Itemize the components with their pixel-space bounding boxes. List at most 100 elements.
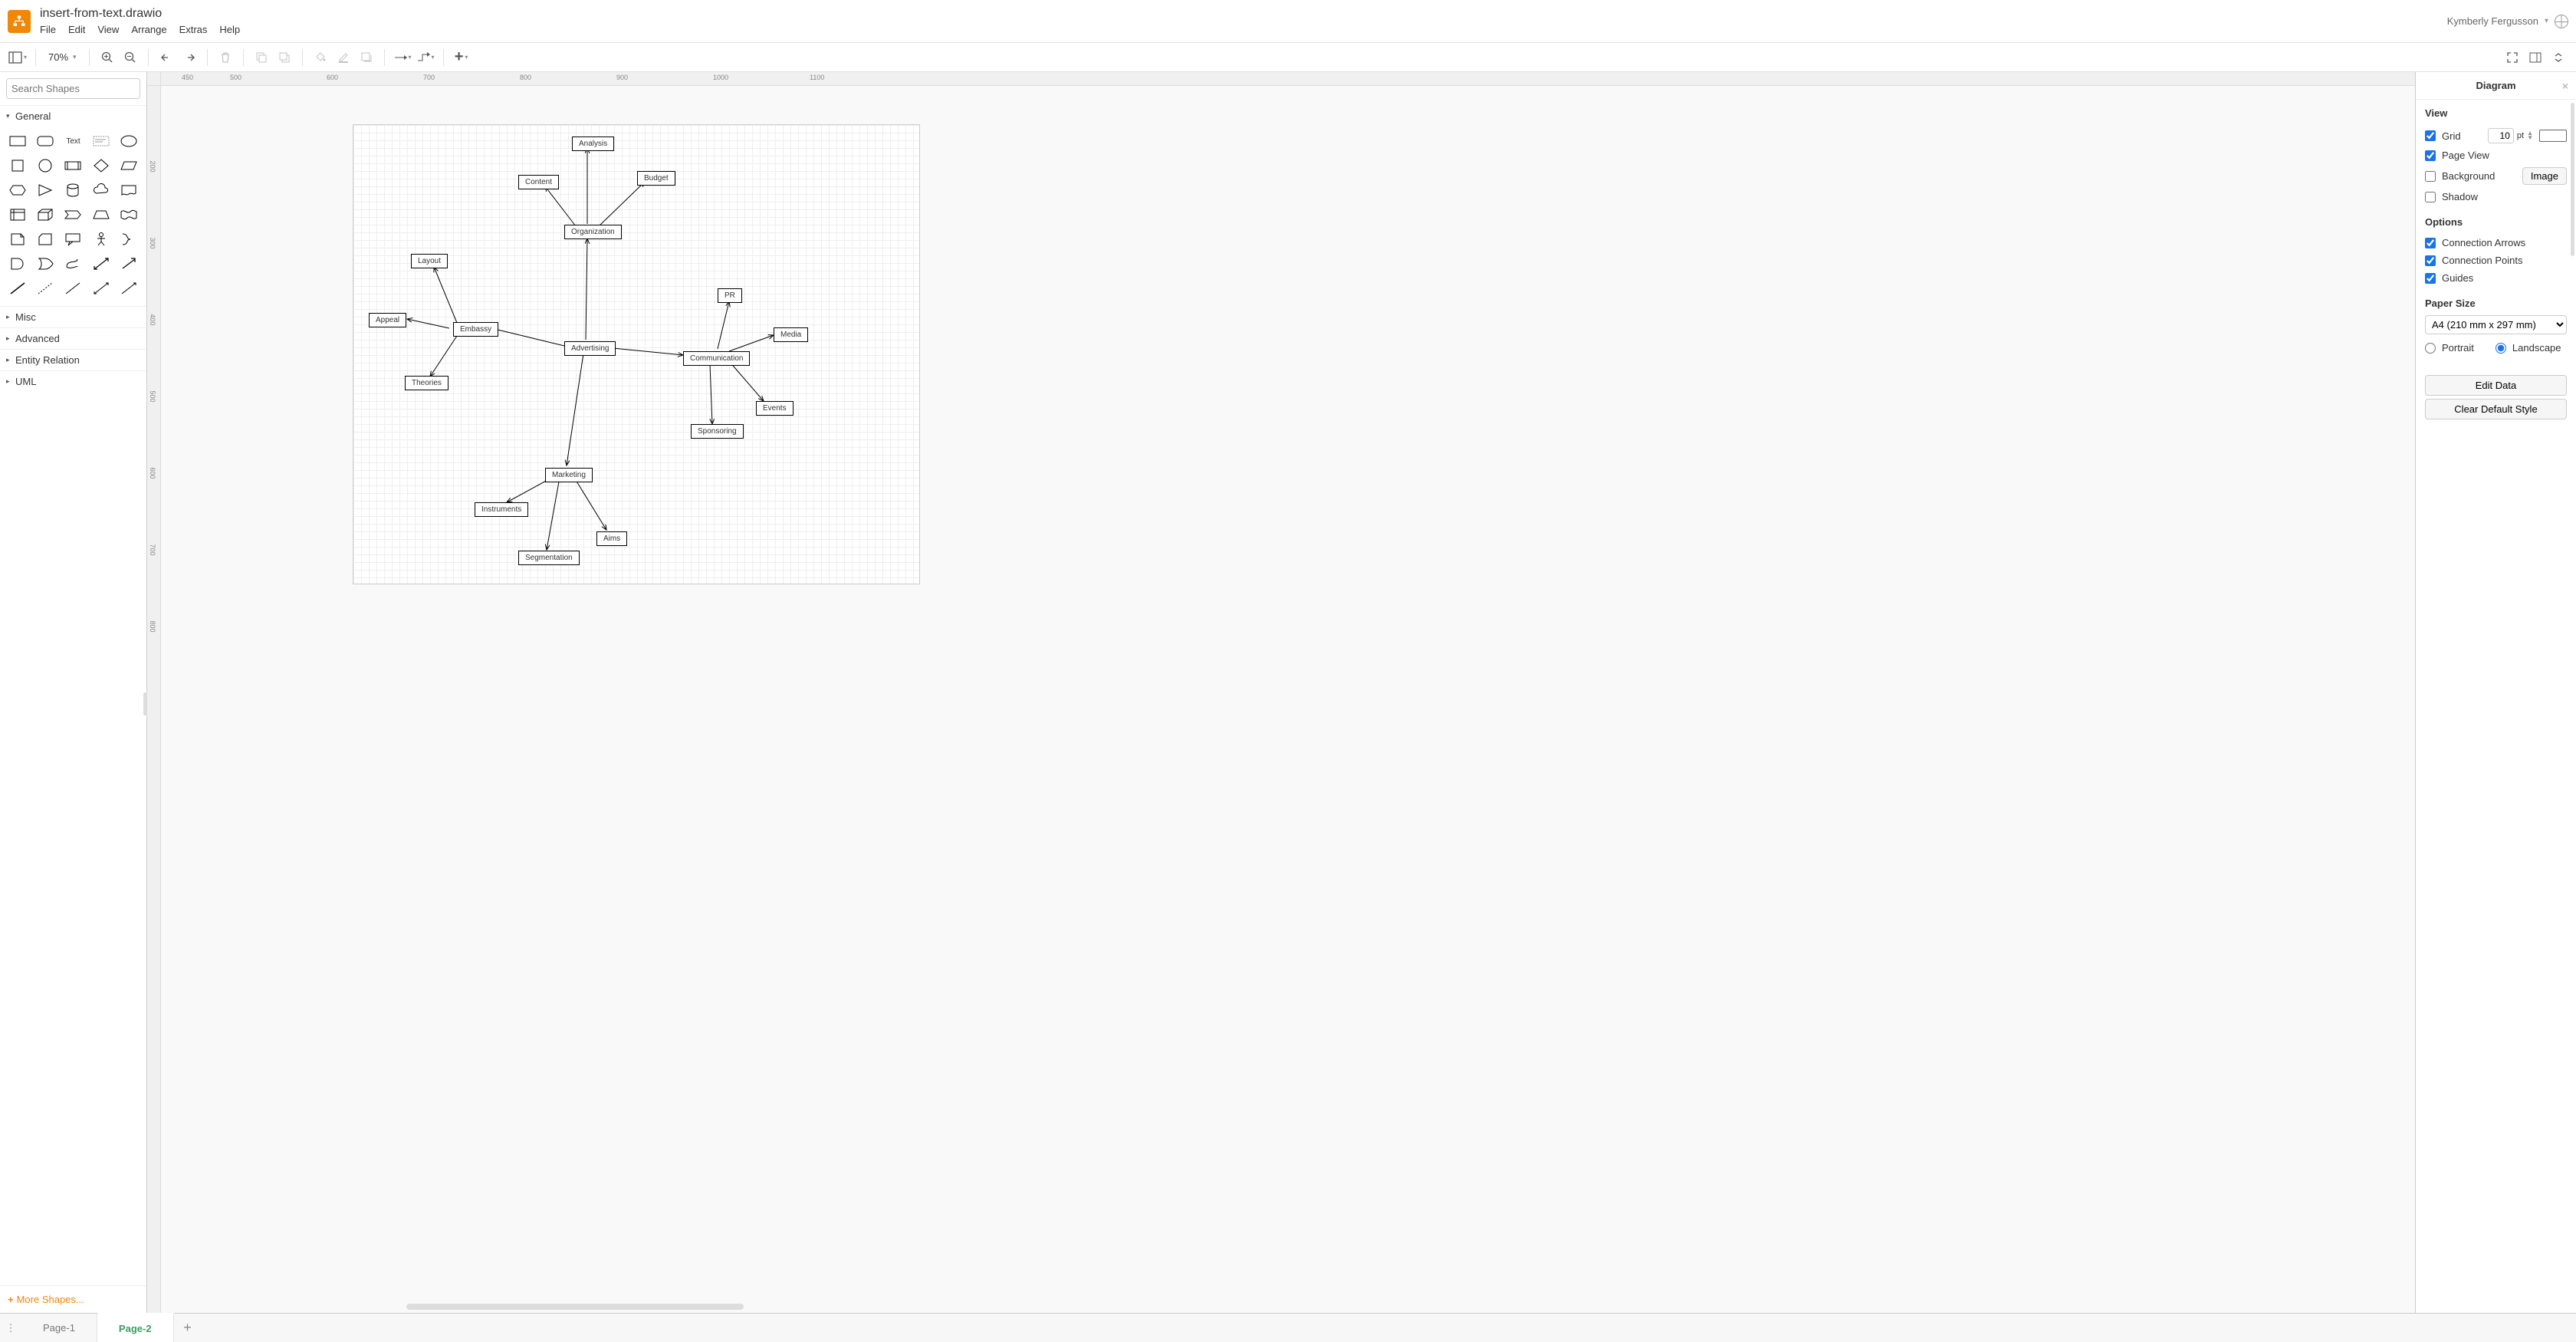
node-communication[interactable]: Communication [683,351,750,366]
shape-arrow-upright[interactable] [117,254,140,274]
background-checkbox[interactable] [2425,171,2436,182]
portrait-radio[interactable] [2425,343,2436,354]
edit-data-button[interactable]: Edit Data [2425,375,2567,396]
shape-step[interactable] [61,205,84,225]
shape-dashed-line[interactable] [34,278,57,298]
grid-size-spin[interactable]: ▲▼ [2527,131,2533,140]
node-content[interactable]: Content [518,175,559,189]
shape-text[interactable]: Text [61,131,84,151]
group-general[interactable]: ▾General [0,105,146,127]
globe-icon[interactable] [2555,15,2568,28]
shape-cylinder[interactable] [61,180,84,200]
node-segmentation[interactable]: Segmentation [518,551,580,565]
collapse-expand-icon[interactable] [2548,48,2568,67]
shape-triangle[interactable] [34,180,57,200]
guides-checkbox[interactable] [2425,273,2436,284]
tab-page-2[interactable]: Page-2 [97,1313,174,1342]
menu-arrange[interactable]: Arrange [131,24,166,35]
menu-extras[interactable]: Extras [179,24,208,35]
node-aims[interactable]: Aims [596,531,627,546]
grid-color-swatch[interactable] [2539,130,2567,142]
clear-style-button[interactable]: Clear Default Style [2425,399,2567,419]
shape-cloud[interactable] [90,180,113,200]
shape-card[interactable] [34,229,57,249]
tab-page-1[interactable]: Page-1 [21,1314,97,1342]
search-shapes[interactable] [6,78,140,99]
node-embassy[interactable]: Embassy [453,322,498,337]
tabs-menu-icon[interactable]: ⋮ [0,1314,21,1342]
shape-diamond[interactable] [90,156,113,176]
shape-process[interactable] [61,156,84,176]
shape-rectangle[interactable] [6,131,29,151]
group-entity-relation[interactable]: ▸Entity Relation [0,349,146,370]
node-budget[interactable]: Budget [637,171,675,186]
shape-document[interactable] [117,180,140,200]
group-misc[interactable]: ▸Misc [0,306,146,327]
node-marketing[interactable]: Marketing [545,468,593,482]
paper-size-select[interactable]: A4 (210 mm x 297 mm) [2425,315,2567,334]
shape-ellipse[interactable] [117,131,140,151]
app-logo[interactable] [8,10,31,33]
pageview-checkbox[interactable] [2425,150,2436,161]
grid-checkbox[interactable] [2425,130,2436,141]
shape-square[interactable] [6,156,29,176]
node-sponsoring[interactable]: Sponsoring [691,424,744,439]
format-panel-toggle-icon[interactable] [2525,48,2545,67]
user-area[interactable]: Kymberly Fergusson ▾ [2447,15,2568,28]
shape-actor[interactable] [90,229,113,249]
zoom-select[interactable]: 70%▾ [44,50,81,64]
canvas-area[interactable]: 45050060070080090010001100 2003004005006… [147,72,2415,1313]
conn-points-checkbox[interactable] [2425,255,2436,266]
search-input[interactable] [12,83,146,94]
menu-help[interactable]: Help [219,24,240,35]
node-events[interactable]: Events [756,401,794,416]
shape-trapezoid[interactable] [90,205,113,225]
shape-cube[interactable] [34,205,57,225]
shape-bidir-thin[interactable] [90,278,113,298]
shadow-checkbox[interactable] [2425,192,2436,202]
node-theories[interactable]: Theories [405,376,449,390]
group-advanced[interactable]: ▸Advanced [0,327,146,349]
node-instruments[interactable]: Instruments [475,502,528,517]
shape-textbox[interactable] [90,131,113,151]
diagram-page[interactable]: Analysis Content Budget Organization Lay… [353,124,920,584]
shape-rounded-rect[interactable] [34,131,57,151]
node-media[interactable]: Media [774,327,808,342]
group-uml[interactable]: ▸UML [0,370,146,392]
connection-style-icon[interactable]: ▾ [393,48,412,67]
close-icon[interactable]: × [2562,80,2568,92]
shape-line[interactable] [6,278,29,298]
menu-file[interactable]: File [40,24,56,35]
shape-or[interactable] [34,254,57,274]
shape-curly-right[interactable] [117,229,140,249]
node-layout[interactable]: Layout [411,254,448,268]
node-organization[interactable]: Organization [564,225,622,239]
shape-note[interactable] [6,229,29,249]
shape-internal-storage[interactable] [6,205,29,225]
tab-add-button[interactable]: + [174,1314,202,1342]
shape-bidir-arrow[interactable] [90,254,113,274]
shape-parallelogram[interactable] [117,156,140,176]
shape-line2[interactable] [61,278,84,298]
horizontal-scrollbar[interactable] [406,1304,744,1310]
shape-tape[interactable] [117,205,140,225]
fullscreen-icon[interactable] [2502,48,2522,67]
menu-edit[interactable]: Edit [68,24,85,35]
document-title[interactable]: insert-from-text.drawio [40,7,240,21]
node-pr[interactable]: PR [718,288,742,303]
menu-view[interactable]: View [97,24,119,35]
shape-and[interactable] [6,254,29,274]
zoom-out-icon[interactable] [120,48,140,67]
undo-icon[interactable] [156,48,176,67]
shape-data-storage[interactable] [61,254,84,274]
shape-hexagon[interactable] [6,180,29,200]
zoom-in-icon[interactable] [97,48,117,67]
node-analysis[interactable]: Analysis [572,137,614,151]
shape-callout[interactable] [61,229,84,249]
node-advertising[interactable]: Advertising [564,341,616,356]
redo-icon[interactable] [179,48,199,67]
shape-dir-thin[interactable] [117,278,140,298]
waypoint-style-icon[interactable]: ▾ [416,48,435,67]
view-sidebar-toggle[interactable]: ▾ [8,48,28,67]
insert-icon[interactable]: +▾ [452,48,472,67]
